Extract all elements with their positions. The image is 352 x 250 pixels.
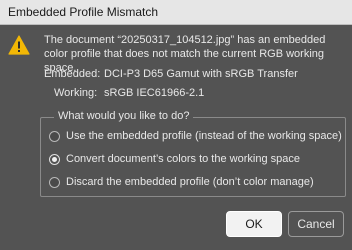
profile-mismatch-dialog: Embedded Profile Mismatch The document “… xyxy=(0,0,352,250)
embedded-profile-value: DCI-P3 D65 Gamut with sRGB Transfer xyxy=(104,68,298,80)
option-discard-profile-label: Discard the embedded profile (don’t colo… xyxy=(66,176,314,188)
working-profile-label: Working: xyxy=(54,87,98,99)
options-group-legend: What would you like to do? xyxy=(54,110,194,122)
cancel-button[interactable]: Cancel xyxy=(288,211,344,237)
option-use-embedded[interactable]: Use the embedded profile (instead of the… xyxy=(49,128,342,144)
radio-convert-to-working[interactable] xyxy=(49,153,60,165)
radio-use-embedded[interactable] xyxy=(49,130,60,142)
window-title: Embedded Profile Mismatch xyxy=(8,5,159,19)
embedded-profile-label: Embedded: xyxy=(44,68,101,80)
option-use-embedded-label: Use the embedded profile (instead of the… xyxy=(66,130,342,142)
option-convert-to-working[interactable]: Convert document’s colors to the working… xyxy=(49,151,300,167)
working-profile-value: sRGB IEC61966-2.1 xyxy=(104,87,205,99)
radio-discard-profile[interactable] xyxy=(49,176,60,188)
ok-button[interactable]: OK xyxy=(226,211,282,237)
option-convert-to-working-label: Convert document’s colors to the working… xyxy=(66,153,300,165)
option-discard-profile[interactable]: Discard the embedded profile (don’t colo… xyxy=(49,174,314,190)
warning-triangle-icon xyxy=(8,35,30,55)
title-bar[interactable]: Embedded Profile Mismatch xyxy=(0,0,352,25)
